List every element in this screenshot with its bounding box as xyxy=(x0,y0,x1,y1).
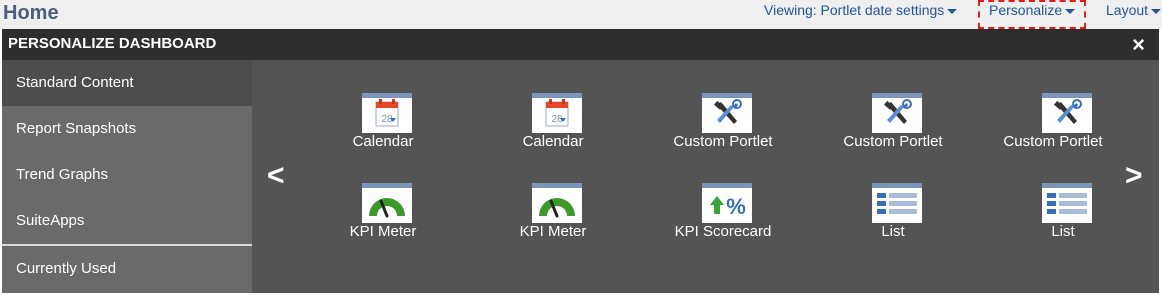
page-title: Home xyxy=(3,2,59,24)
sidebar-item-currently-used[interactable]: Currently Used xyxy=(2,246,252,292)
chevron-down-icon xyxy=(1065,8,1076,14)
viewing-label: Viewing: Portlet date settings xyxy=(764,2,945,18)
calendar-icon: 28 xyxy=(362,93,412,133)
percent-symbol: % xyxy=(726,194,746,219)
list-icon xyxy=(1042,183,1092,223)
personalize-menu[interactable]: Personalize xyxy=(989,2,1076,18)
gauge-icon xyxy=(362,183,412,223)
panel-header: PERSONALIZE DASHBOARD × xyxy=(2,29,1159,60)
viewing-dropdown[interactable]: Viewing: Portlet date settings xyxy=(764,2,958,18)
tile-calendar[interactable]: 28 Calendar xyxy=(468,93,638,155)
top-bar: Home Viewing: Portlet date settings Pers… xyxy=(0,0,1162,29)
tile-kpi-meter[interactable]: KPI Meter xyxy=(298,183,468,245)
tile-label: Custom Portlet xyxy=(1003,133,1103,150)
tools-icon xyxy=(1042,93,1092,133)
chevron-down-icon xyxy=(947,8,958,14)
tools-icon xyxy=(702,93,752,133)
sidebar-item-standard-content[interactable]: Standard Content xyxy=(2,60,252,106)
tools-icon xyxy=(872,93,922,133)
tile-label: Custom Portlet xyxy=(673,133,773,150)
tile-custom-portlet[interactable]: Custom Portlet xyxy=(978,93,1148,155)
tile-calendar[interactable]: 28 Calendar xyxy=(298,93,468,155)
tile-label: List xyxy=(1051,223,1075,240)
list-icon xyxy=(872,183,922,223)
close-button[interactable]: × xyxy=(1132,34,1145,56)
tile-label: KPI Scorecard xyxy=(674,223,772,240)
tile-kpi-meter[interactable]: KPI Meter xyxy=(468,183,638,245)
tile-kpi-scorecard[interactable]: % KPI Scorecard xyxy=(638,183,808,245)
panel-title: PERSONALIZE DASHBOARD xyxy=(8,35,217,52)
sidebar-item-suiteapps[interactable]: SuiteApps xyxy=(2,198,252,244)
tile-label: List xyxy=(881,223,905,240)
calendar-icon: 28 xyxy=(532,93,582,133)
chevron-down-icon xyxy=(1151,8,1162,14)
tile-label: Calendar xyxy=(352,133,414,150)
tile-label: KPI Meter xyxy=(349,223,417,240)
gauge-icon xyxy=(532,183,582,223)
sidebar-item-trend-graphs[interactable]: Trend Graphs xyxy=(2,152,252,198)
tile-custom-portlet[interactable]: Custom Portlet xyxy=(638,93,808,155)
sidebar-item-report-snapshots[interactable]: Report Snapshots xyxy=(2,106,252,152)
layout-label: Layout xyxy=(1106,2,1149,18)
layout-menu[interactable]: Layout xyxy=(1106,2,1162,18)
personalize-dashboard-panel: PERSONALIZE DASHBOARD × Standard Content… xyxy=(2,29,1159,293)
tile-label: KPI Meter xyxy=(519,223,587,240)
personalize-label: Personalize xyxy=(989,2,1063,18)
category-sidebar: Standard Content Report Snapshots Trend … xyxy=(2,60,252,293)
scorecard-icon: % xyxy=(702,183,752,223)
previous-arrow-button[interactable]: < xyxy=(267,161,285,191)
tile-label: Calendar xyxy=(522,133,584,150)
tile-label: Custom Portlet xyxy=(843,133,943,150)
tile-list[interactable]: List xyxy=(978,183,1148,245)
tile-list[interactable]: List xyxy=(808,183,978,245)
tile-custom-portlet[interactable]: Custom Portlet xyxy=(808,93,978,155)
